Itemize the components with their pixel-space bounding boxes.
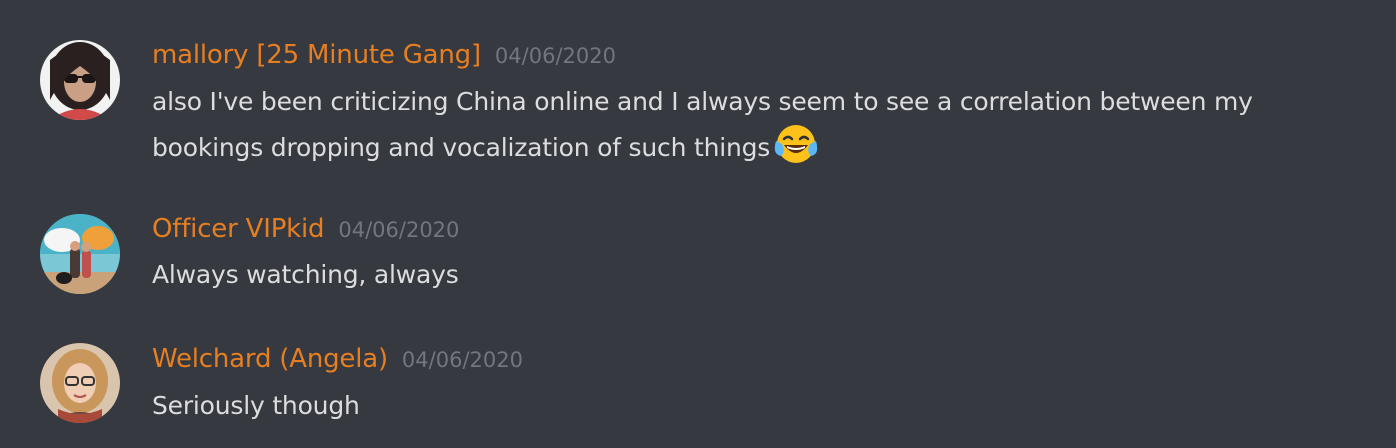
username[interactable]: mallory [25 Minute Gang] — [152, 40, 481, 70]
chat-messages: mallory [25 Minute Gang] 04/06/2020 also … — [0, 0, 1396, 448]
timestamp: 04/06/2020 — [494, 44, 616, 68]
message-body: Always watching, always — [152, 260, 459, 289]
avatar[interactable] — [40, 40, 120, 120]
avatar[interactable] — [40, 214, 120, 294]
message-text: Seriously though — [152, 384, 1292, 428]
message-body: also I've been criticizing China online … — [152, 87, 1253, 162]
username[interactable]: Welchard (Angela) — [152, 344, 388, 374]
timestamp: 04/06/2020 — [401, 348, 523, 372]
message-body: Seriously though — [152, 391, 360, 420]
username[interactable]: Officer VIPkid — [152, 214, 325, 244]
joy-emoji-icon — [774, 124, 818, 178]
message-text: also I've been criticizing China online … — [152, 80, 1292, 178]
message-text: Always watching, always — [152, 253, 1292, 297]
avatar[interactable] — [40, 343, 120, 423]
timestamp: 04/06/2020 — [338, 218, 460, 242]
